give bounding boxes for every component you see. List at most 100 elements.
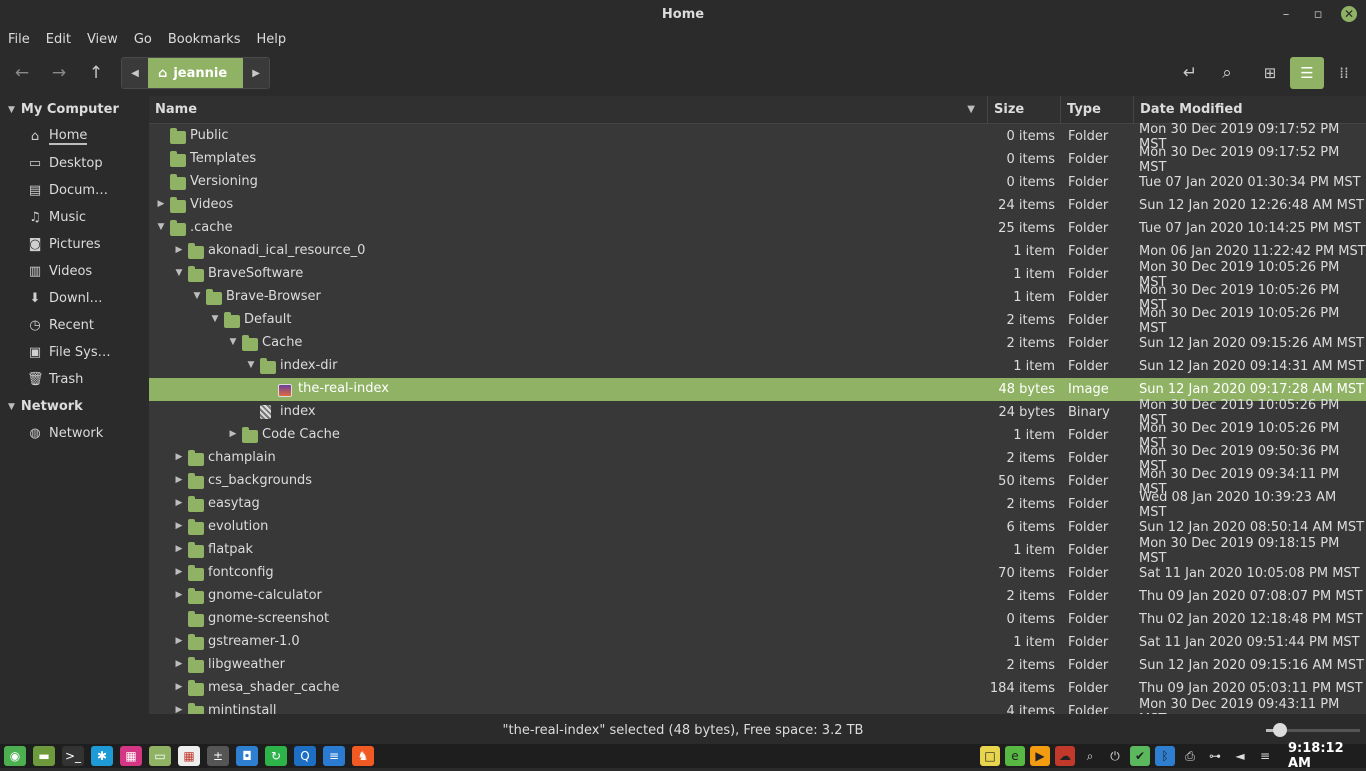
shield-check-icon[interactable]: ✔ bbox=[1130, 746, 1150, 766]
printer-icon[interactable]: ⎙ bbox=[1180, 746, 1200, 766]
mint-menu-icon[interactable]: ◉ bbox=[4, 746, 26, 766]
expander-expanded-icon[interactable]: ▼ bbox=[155, 222, 167, 232]
sidebar-item-9[interactable]: 🗑 Trash bbox=[0, 366, 148, 393]
menu-file[interactable]: File bbox=[8, 32, 30, 47]
menu-bookmarks[interactable]: Bookmarks bbox=[168, 32, 241, 47]
path-crumb-home[interactable]: ⌂ jeannie bbox=[148, 58, 244, 88]
arrow-left-icon[interactable]: ← bbox=[7, 58, 37, 88]
sidebar-item-2[interactable]: ▤ Docum… bbox=[0, 177, 148, 204]
show-desktop-icon[interactable]: ▬ bbox=[33, 746, 55, 766]
sidebar-item-7[interactable]: ◷ Recent bbox=[0, 312, 148, 339]
expander-collapsed-icon[interactable]: ▶ bbox=[173, 544, 185, 554]
maximize-icon[interactable]: ▫ bbox=[1308, 4, 1328, 24]
file-manager-icon[interactable]: ▭ bbox=[149, 746, 171, 766]
expander-collapsed-icon[interactable]: ▶ bbox=[173, 521, 185, 531]
expander-collapsed-icon[interactable]: ▶ bbox=[173, 475, 185, 485]
network-tray-icon[interactable]: ⊶ bbox=[1205, 746, 1225, 766]
hamburger-menu-icon[interactable]: ≡ bbox=[1255, 746, 1275, 766]
expander-collapsed-icon[interactable]: ▶ bbox=[173, 245, 185, 255]
magnifier-icon[interactable]: ⌕ bbox=[1080, 746, 1100, 766]
expander-expanded-icon[interactable]: ▼ bbox=[245, 360, 257, 370]
menu-view[interactable]: View bbox=[87, 32, 118, 47]
cloud-sync-icon[interactable]: ☁ bbox=[1055, 746, 1075, 766]
icon-view-icon[interactable]: ⊞ bbox=[1253, 57, 1287, 89]
text-editor-icon[interactable]: ≡ bbox=[323, 746, 345, 766]
screenshot-icon[interactable]: ◘ bbox=[236, 746, 258, 766]
arrow-right-icon[interactable]: → bbox=[44, 58, 74, 88]
expander-collapsed-icon[interactable]: ▶ bbox=[227, 429, 239, 439]
sidebar-item-3[interactable]: ♫ Music bbox=[0, 204, 148, 231]
expander-expanded-icon[interactable]: ▼ bbox=[209, 314, 221, 324]
notes-icon[interactable]: □ bbox=[980, 746, 1000, 766]
expander-expanded-icon[interactable]: ▼ bbox=[191, 291, 203, 301]
table-row[interactable]: ▶ gnome-calculator 2 items Folder Thu 09 Jan… bbox=[149, 585, 1366, 608]
column-type[interactable]: Type bbox=[1061, 96, 1134, 124]
calculator-icon[interactable]: ± bbox=[207, 746, 229, 766]
zoom-knob[interactable] bbox=[1273, 723, 1288, 737]
sidebar-item-1[interactable]: ▭ Desktop bbox=[0, 150, 148, 177]
sidebar-item-0[interactable]: ◍ Network bbox=[0, 420, 148, 447]
zoom-slider[interactable] bbox=[1266, 723, 1360, 737]
expander-expanded-icon[interactable]: ▼ bbox=[173, 268, 185, 278]
list-view-icon[interactable]: ☰ bbox=[1290, 57, 1324, 89]
expander-collapsed-icon[interactable]: ▶ bbox=[173, 590, 185, 600]
search-tool-icon[interactable]: Q bbox=[294, 746, 316, 766]
expander-expanded-icon[interactable]: ▼ bbox=[227, 337, 239, 347]
table-row[interactable]: ▶ libgweather 2 items Folder Sun 12 Jan 2020… bbox=[149, 654, 1366, 677]
path-scroll-left[interactable]: ◀ bbox=[122, 58, 148, 88]
sidebar-item-0[interactable]: ⌂ Home bbox=[0, 123, 148, 150]
update-manager-icon[interactable]: ↻ bbox=[265, 746, 287, 766]
table-row[interactable]: ▶ gstreamer-1.0 1 item Folder Sat 11 Jan 202… bbox=[149, 631, 1366, 654]
expander-collapsed-icon[interactable]: ▶ bbox=[173, 567, 185, 577]
table-row[interactable]: gnome-screenshot 0 items Folder Thu 02 Jan … bbox=[149, 608, 1366, 631]
terminal-icon[interactable]: >_ bbox=[62, 746, 84, 766]
path-scroll-right[interactable]: ▶ bbox=[243, 58, 270, 88]
volume-icon[interactable]: ◄ bbox=[1230, 746, 1250, 766]
sidebar-item-5[interactable]: ▥ Videos bbox=[0, 258, 148, 285]
sidebar-item-8[interactable]: ▣ File Sys… bbox=[0, 339, 148, 366]
column-name[interactable]: Name ▼ bbox=[149, 96, 988, 124]
column-date[interactable]: Date Modified bbox=[1134, 96, 1366, 124]
sidebar-section-0[interactable]: ▼ My Computer bbox=[0, 96, 148, 123]
table-row[interactable]: ▶ flatpak 1 item Folder Mon 30 Dec 2019 09:1… bbox=[149, 536, 1366, 566]
expander-collapsed-icon[interactable]: ▶ bbox=[173, 682, 185, 692]
sidebar-section-1[interactable]: ▼ Network bbox=[0, 393, 148, 420]
menu-go[interactable]: Go bbox=[134, 32, 152, 47]
menu-help[interactable]: Help bbox=[256, 32, 286, 47]
close-icon[interactable]: ✕ bbox=[1341, 6, 1357, 22]
table-row[interactable]: ▼ Cache 2 items Folder Sun 12 Jan 2020 09:15… bbox=[149, 332, 1366, 355]
expander-collapsed-icon[interactable]: ▶ bbox=[173, 705, 185, 714]
table-row[interactable]: ▶ Videos 24 items Folder Sun 12 Jan 2020 12:… bbox=[149, 194, 1366, 217]
clock[interactable]: 9:18:12 AM bbox=[1288, 741, 1366, 771]
table-row[interactable]: ▼ Default 2 items Folder Mon 30 Dec 2019 10:… bbox=[149, 306, 1366, 336]
sidebar-item-4[interactable]: ◙ Pictures bbox=[0, 231, 148, 258]
expander-collapsed-icon[interactable]: ▶ bbox=[155, 199, 167, 209]
bluetooth-icon[interactable]: ᛒ bbox=[1155, 746, 1175, 766]
expander-collapsed-icon[interactable]: ▶ bbox=[173, 659, 185, 669]
location-toggle-icon[interactable]: ↵ bbox=[1175, 58, 1205, 88]
search-icon[interactable]: ⌕ bbox=[1212, 58, 1242, 88]
table-row[interactable]: ▼ .cache 25 items Folder Tue 07 Jan 2020 10:… bbox=[149, 217, 1366, 240]
calendar-icon[interactable]: ▦ bbox=[178, 746, 200, 766]
media-player-icon[interactable]: ▶ bbox=[1030, 746, 1050, 766]
expander-collapsed-icon[interactable]: ▶ bbox=[173, 452, 185, 462]
minimize-icon[interactable]: – bbox=[1276, 4, 1296, 24]
table-row[interactable]: ▶ fontconfig 70 items Folder Sat 11 Jan 2020… bbox=[149, 562, 1366, 585]
brave-browser-icon[interactable]: ♞ bbox=[352, 746, 374, 766]
table-row[interactable]: ▼ index-dir 1 item Folder Sun 12 Jan 2020 09… bbox=[149, 355, 1366, 378]
evernote-icon[interactable]: e bbox=[1005, 746, 1025, 766]
table-row[interactable]: ▶ easytag 2 items Folder Wed 08 Jan 2020 10:… bbox=[149, 490, 1366, 520]
menu-edit[interactable]: Edit bbox=[46, 32, 71, 47]
table-row[interactable]: Templates 0 items Folder Mon 30 Dec 2019 09… bbox=[149, 145, 1366, 175]
settings-icon[interactable]: ✱ bbox=[91, 746, 113, 766]
arrow-up-icon[interactable]: ↑ bbox=[81, 58, 111, 88]
table-row[interactable]: ▶ mintinstall 4 items Folder Mon 30 Dec 2019… bbox=[149, 697, 1366, 714]
column-size[interactable]: Size bbox=[988, 96, 1061, 124]
table-row[interactable]: Versioning 0 items Folder Tue 07 Jan 2020 0… bbox=[149, 171, 1366, 194]
software-manager-icon[interactable]: ▦ bbox=[120, 746, 142, 766]
compact-view-icon[interactable]: ⁞⁞ bbox=[1327, 57, 1361, 89]
sidebar-item-6[interactable]: ⬇ Downl… bbox=[0, 285, 148, 312]
expander-collapsed-icon[interactable]: ▶ bbox=[173, 636, 185, 646]
power-icon[interactable]: ⏻ bbox=[1105, 746, 1125, 766]
expander-collapsed-icon[interactable]: ▶ bbox=[173, 498, 185, 508]
